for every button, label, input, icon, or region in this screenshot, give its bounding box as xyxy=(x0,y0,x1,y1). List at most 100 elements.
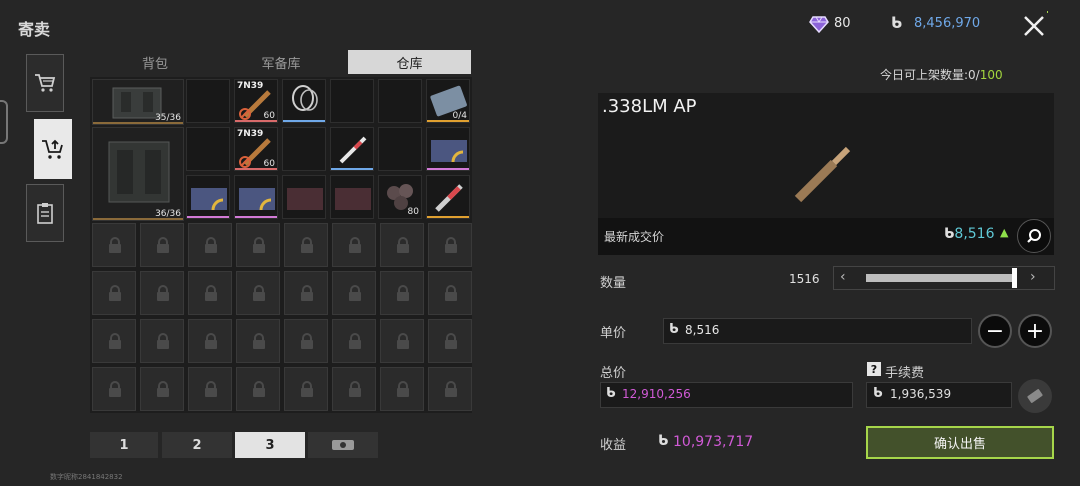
inventory-item-container[interactable]: 36/36 xyxy=(92,127,184,221)
inventory-item-loot[interactable]: 80 xyxy=(378,175,422,219)
inventory-item-earphones[interactable] xyxy=(282,79,326,123)
locked-slot xyxy=(188,367,232,411)
fee-value: 1,936,539 xyxy=(890,387,952,401)
price-up-icon: ▲ xyxy=(1000,226,1009,239)
tab-warehouse[interactable]: 仓库 xyxy=(348,50,471,74)
lock-icon xyxy=(253,381,265,397)
increase-chevron-icon[interactable]: › xyxy=(1030,269,1036,285)
inventory-item-card[interactable] xyxy=(426,127,470,171)
coin-icon: ᑲ xyxy=(944,226,955,242)
lock-icon xyxy=(205,285,217,301)
lock-icon xyxy=(349,285,361,301)
inventory-slot-empty[interactable] xyxy=(186,79,230,123)
inventory-item-ammo[interactable]: 7N39 60 xyxy=(234,127,278,171)
inventory-item-card[interactable] xyxy=(234,175,278,219)
syringe-icon xyxy=(339,136,367,164)
page-title: 寄卖 xyxy=(18,20,51,39)
locked-slot xyxy=(236,271,280,315)
locked-slot xyxy=(380,367,424,411)
tab-backpack[interactable]: 背包 xyxy=(92,50,218,74)
locked-slot xyxy=(284,271,328,315)
lock-icon xyxy=(109,333,121,349)
locked-slot xyxy=(92,271,136,315)
price-search-button[interactable] xyxy=(1017,219,1051,253)
locked-slot xyxy=(140,319,184,363)
unit-price-value: 8,516 xyxy=(685,323,720,337)
inventory-slot-empty[interactable] xyxy=(186,127,230,171)
daily-limit-max: 100 xyxy=(979,68,1003,82)
nav-listings[interactable] xyxy=(26,184,64,242)
inventory-slot-empty[interactable] xyxy=(378,79,422,123)
inventory-slot-empty[interactable] xyxy=(330,79,374,123)
lock-icon xyxy=(301,285,313,301)
nav-buy[interactable] xyxy=(26,54,64,112)
last-price-number: 8,516 xyxy=(954,226,995,242)
locked-slot xyxy=(380,319,424,363)
inventory-slot-empty[interactable] xyxy=(378,127,422,171)
inventory-item-document[interactable] xyxy=(282,175,326,219)
container-icon xyxy=(108,141,170,203)
close-icon xyxy=(1024,11,1048,36)
locked-slot xyxy=(332,367,376,411)
total-price-label: 总价 xyxy=(600,366,627,381)
total-price-value: 12,910,256 xyxy=(622,387,691,401)
inventory-item-ammo[interactable]: 7N39 60 xyxy=(234,79,278,123)
price-minus-button[interactable]: − xyxy=(978,314,1012,348)
inventory-item-injector[interactable] xyxy=(426,175,470,219)
page-button-expand[interactable] xyxy=(308,432,378,458)
locked-slot xyxy=(332,223,376,267)
clipboard-icon xyxy=(37,203,53,224)
inventory-item-document[interactable] xyxy=(330,175,374,219)
gem-count: 80 xyxy=(834,16,851,31)
slider-thumb[interactable] xyxy=(1012,268,1017,288)
coin-icon: ᑲ xyxy=(891,14,903,32)
lock-icon xyxy=(205,333,217,349)
currency-balance: 8,456,970 xyxy=(914,16,981,31)
help-icon[interactable]: ? xyxy=(867,362,881,376)
close-button[interactable] xyxy=(1014,6,1054,46)
card-icon xyxy=(191,188,227,211)
locked-slot xyxy=(428,223,472,267)
last-price-value: ᑲ8,516 xyxy=(944,226,995,242)
nav-sell[interactable] xyxy=(34,119,72,179)
side-drawer-handle[interactable] xyxy=(0,100,8,144)
inventory-item-card[interactable] xyxy=(186,175,230,219)
locked-slot xyxy=(188,223,232,267)
lock-icon xyxy=(445,333,457,349)
inventory-item-syringe[interactable] xyxy=(330,127,374,171)
lock-icon xyxy=(109,285,121,301)
locked-slot xyxy=(188,271,232,315)
coin-icon: ᑲ xyxy=(669,322,679,337)
slider-fill xyxy=(866,274,1012,282)
injector-icon xyxy=(435,184,463,212)
page-button-2[interactable]: 2 xyxy=(162,432,232,458)
inventory-slot-empty[interactable] xyxy=(282,127,326,171)
tab-armory[interactable]: 军备库 xyxy=(218,50,344,74)
profit-label: 收益 xyxy=(600,438,627,453)
document-icon xyxy=(287,188,323,210)
inventory-item-case[interactable]: 0/4 xyxy=(426,79,470,123)
fee-ticket-button[interactable] xyxy=(1018,379,1052,413)
card-icon xyxy=(239,188,275,211)
daily-limit-prefix: 今日可上架数量:0/ xyxy=(880,68,980,82)
inventory-item-container[interactable]: 35/36 xyxy=(92,79,184,125)
lock-icon xyxy=(397,285,409,301)
search-icon xyxy=(1027,229,1041,243)
cart-icon xyxy=(35,74,56,92)
confirm-sell-button[interactable]: 确认出售 xyxy=(866,426,1054,459)
locked-slot xyxy=(332,271,376,315)
lock-icon xyxy=(157,381,169,397)
price-plus-button[interactable]: + xyxy=(1018,314,1052,348)
coin-icon: ᑲ xyxy=(606,386,616,401)
decrease-chevron-icon[interactable]: ‹ xyxy=(840,269,846,285)
quantity-value: 1516 xyxy=(789,272,820,286)
page-button-1[interactable]: 1 xyxy=(90,432,158,458)
locked-slot xyxy=(380,271,424,315)
locked-slot xyxy=(284,223,328,267)
locked-slot xyxy=(140,223,184,267)
unit-price-label: 单价 xyxy=(600,326,627,341)
item-quantity: 80 xyxy=(407,207,419,217)
page-button-3[interactable]: 3 xyxy=(235,432,305,458)
lock-icon xyxy=(301,333,313,349)
locked-slot xyxy=(428,319,472,363)
